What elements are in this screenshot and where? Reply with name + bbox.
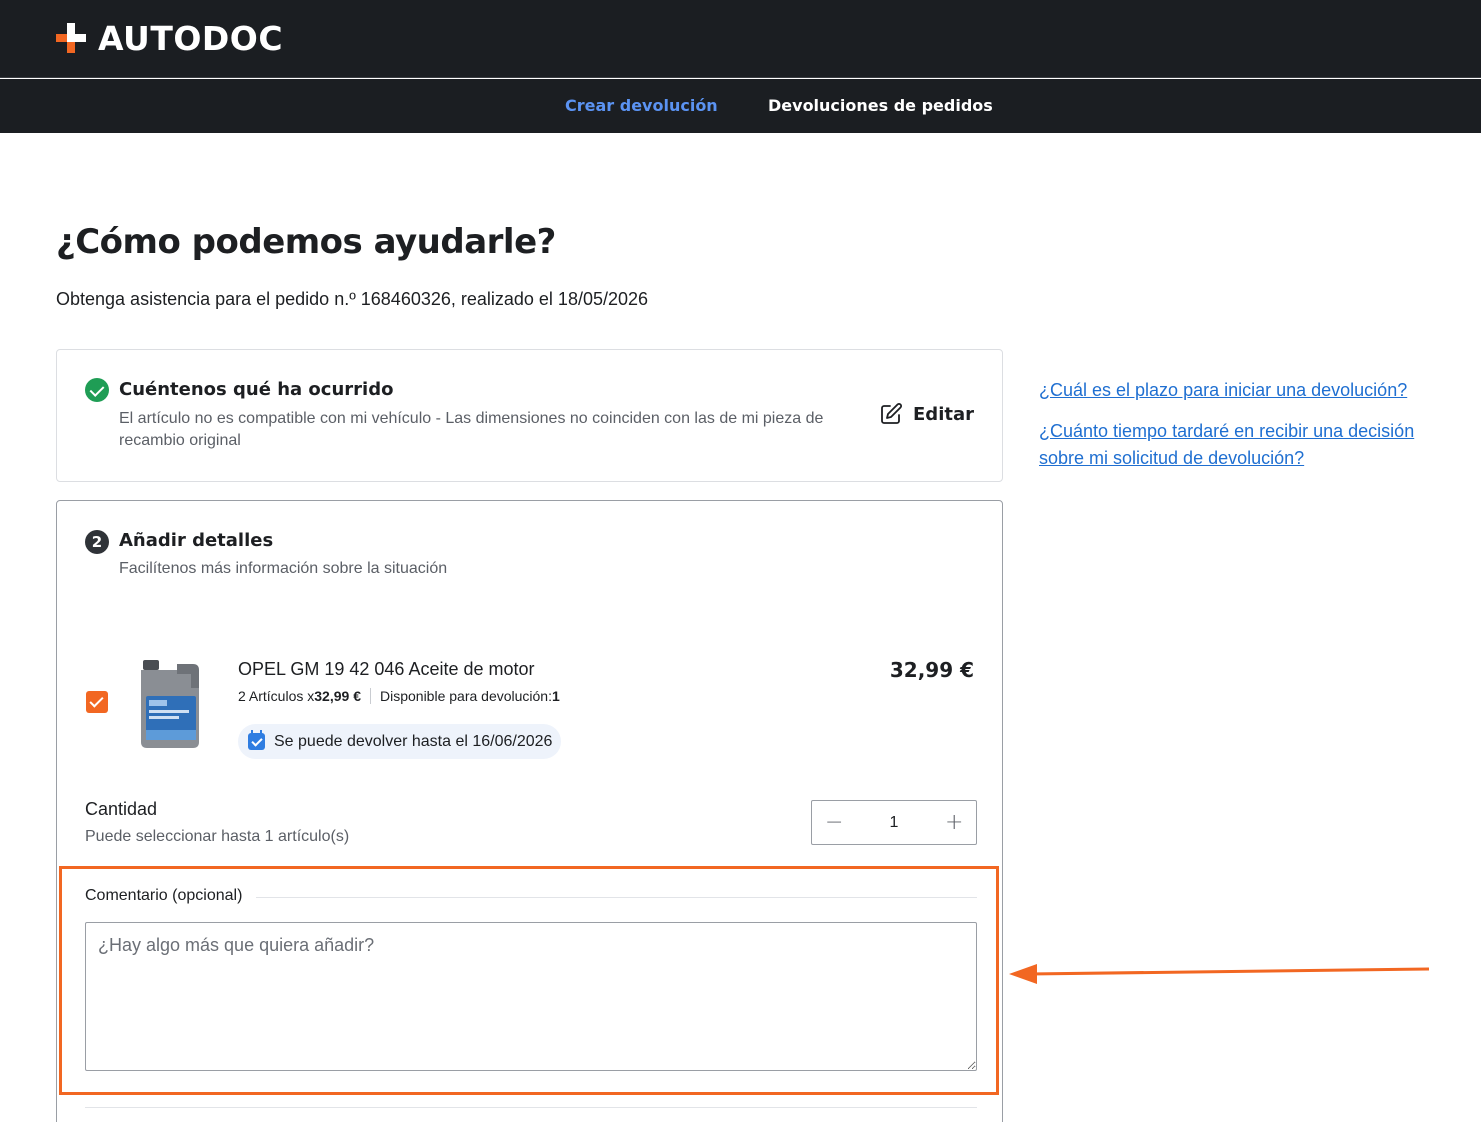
comment-textarea[interactable]	[85, 922, 977, 1071]
page-title: ¿Cómo podemos ayudarle?	[56, 222, 556, 262]
step2-title: Añadir detalles	[119, 530, 274, 551]
check-circle-icon	[85, 378, 109, 402]
increment-button[interactable]: +	[945, 810, 963, 835]
product-meta: 2 Artículos x 32,99 € Disponible para de…	[238, 688, 560, 704]
tab-devoluciones-pedidos[interactable]: Devoluciones de pedidos	[768, 96, 993, 115]
product-checkbox[interactable]	[86, 691, 108, 713]
brand-name: AUTODOC	[98, 18, 284, 58]
return-deadline-text: Se puede devolver hasta el 16/06/2026	[274, 732, 553, 750]
page-subtitle: Obtenga asistencia para el pedido n.º 16…	[56, 289, 649, 309]
quantity-stepper: − 1 +	[811, 800, 977, 845]
edit-button[interactable]: Editar	[879, 402, 974, 426]
autodoc-logo[interactable]: AUTODOC	[56, 18, 284, 58]
step-number-badge: 2	[85, 530, 109, 554]
product-price: 32,99 €	[889, 658, 974, 682]
annotation-arrow-icon	[1009, 964, 1430, 984]
quantity-label: Cantidad	[85, 799, 158, 819]
comment-label: Comentario (opcional)	[85, 887, 257, 905]
faq-link-plazo[interactable]: ¿Cuál es el plazo para iniciar una devol…	[1039, 377, 1449, 404]
section-divider	[85, 1107, 977, 1108]
tab-crear-devolucion[interactable]: Crear devolución	[565, 96, 718, 115]
oil-canister-image	[141, 660, 199, 748]
top-header: AUTODOC	[0, 0, 1481, 78]
product-name[interactable]: OPEL GM 19 42 046 Aceite de motor	[238, 659, 535, 680]
product-available-count: 1	[551, 688, 560, 704]
nav-bar: Crear devolución Devoluciones de pedidos	[0, 79, 1481, 133]
quantity-value: 1	[889, 813, 899, 831]
quantity-hint: Puede seleccionar hasta 1 artículo(s)	[85, 828, 350, 845]
step1-title: Cuéntenos qué ha ocurrido	[119, 379, 394, 400]
step2-card: 2 Añadir detalles Facilítenos más inform…	[56, 500, 1003, 1122]
meta-divider	[369, 688, 371, 704]
decrement-button[interactable]: −	[825, 810, 843, 835]
calendar-check-icon	[248, 730, 265, 750]
edit-label: Editar	[913, 403, 974, 425]
product-available-label: Disponible para devolución:	[379, 688, 552, 704]
step1-card: Cuéntenos qué ha ocurrido El artículo no…	[56, 349, 1003, 482]
plus-logo-icon	[56, 23, 86, 53]
return-deadline-badge: Se puede devolver hasta el 16/06/2026	[238, 724, 562, 759]
product-unit-price: 32,99 €	[314, 688, 361, 704]
faq-link-tiempo-decision[interactable]: ¿Cuánto tiempo tardaré en recibir una de…	[1039, 418, 1449, 472]
step2-description: Facilítenos más información sobre la sit…	[119, 560, 448, 577]
step1-description: El artículo no es compatible con mi vehí…	[119, 410, 824, 449]
product-qty-text: 2 Artículos x	[238, 688, 315, 704]
edit-pencil-icon	[881, 403, 902, 424]
